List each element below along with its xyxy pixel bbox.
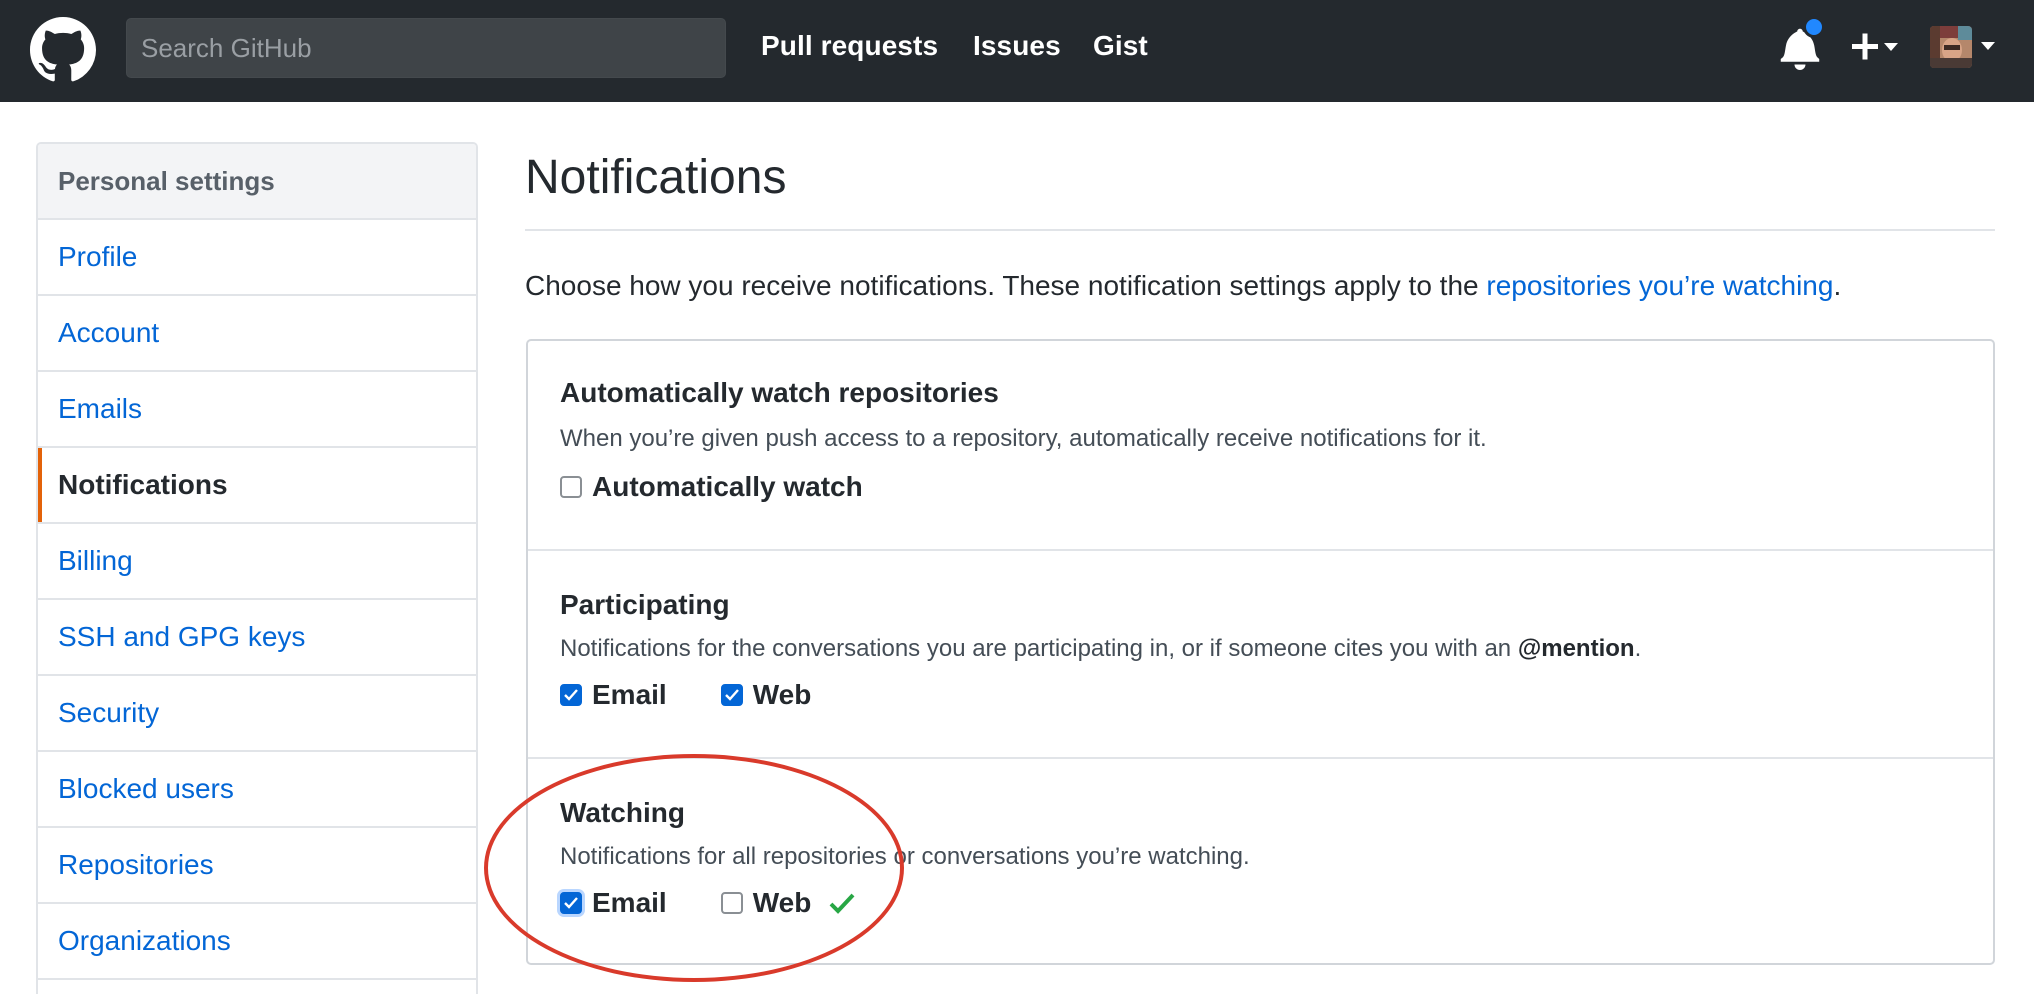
watching-email-checkbox[interactable]: Email [560,887,667,919]
watching-email-label: Email [592,887,667,918]
watching-web-checkbox-box[interactable] [720,892,743,914]
sidebar-item-organizations[interactable]: Organizations [38,904,476,980]
intro-text: Choose how you receive notifications. Th… [525,270,1841,302]
auto-watch-checkbox-box[interactable] [560,476,582,498]
watching-title: Watching [560,797,685,828]
avatar[interactable] [1930,26,1972,68]
participating-web-checkbox[interactable]: Web [720,679,812,711]
search-input[interactable] [127,19,725,77]
intro-text-body: Choose how you receive notifications. Th… [525,270,1487,301]
sidebar-item-profile[interactable]: Profile [38,220,476,296]
sidebar-item-emails[interactable]: Emails [38,372,476,448]
plus-icon[interactable] [1848,22,1904,72]
top-navbar: Pull requests Issues Gist [0,0,2034,102]
auto-watch-description: When you’re given push access to a repos… [560,425,1487,452]
search-box[interactable] [126,18,726,78]
participating-section: Participating Notifications for the conv… [528,549,1993,757]
sidebar-item-notifications[interactable]: Notifications [38,448,476,524]
sidebar-item-account[interactable]: Account [38,296,476,372]
auto-watch-checkbox[interactable]: Automatically watch [560,471,863,503]
participating-description-text: Notifications for the conversations you … [560,635,1518,662]
auto-watch-section: Automatically watch repositories When yo… [528,341,1993,549]
watching-options: Email Web [560,887,855,919]
saved-checkmark-icon [829,893,855,914]
sidebar-item-billing[interactable]: Billing [38,524,476,600]
auto-watch-label: Automatically watch [592,471,863,502]
participating-email-checkbox-box[interactable] [560,684,582,706]
github-logo-icon[interactable] [30,17,96,83]
watching-web-checkbox[interactable]: Web [720,887,812,919]
notification-settings-box: Automatically watch repositories When yo… [526,339,1995,965]
participating-description: Notifications for the conversations you … [560,635,1641,663]
nav-pull-requests-link[interactable]: Pull requests [761,30,938,62]
intro-text-end: . [1833,270,1842,301]
participating-web-checkbox-box[interactable] [720,684,743,706]
mention-text: @mention [1517,635,1635,662]
participating-web-label: Web [752,679,812,710]
watching-section: Watching Notifications for all repositor… [528,757,1993,965]
participating-title: Participating [560,589,730,620]
watching-description: Notifications for all repositories or co… [560,843,1250,870]
participating-email-label: Email [592,679,667,710]
watching-email-checkbox-box[interactable] [560,892,582,914]
participating-description-end: . [1634,635,1642,662]
settings-sidebar: Personal settings Profile Account Emails… [36,142,478,994]
title-divider [525,229,1995,231]
notification-indicator [1803,16,1825,38]
sidebar-item-security[interactable]: Security [38,676,476,752]
auto-watch-title: Automatically watch repositories [560,377,999,408]
sidebar-heading: Personal settings [38,144,476,220]
watched-repositories-link[interactable]: repositories you’re watching [1486,270,1833,301]
checkmark-icon [724,689,739,701]
auto-watch-options: Automatically watch [560,471,917,503]
participating-options: Email Web [560,679,865,711]
sidebar-item-ssh-gpg-keys[interactable]: SSH and GPG keys [38,600,476,676]
watching-web-label: Web [752,887,812,918]
participating-email-checkbox[interactable]: Email [560,679,667,711]
sidebar-item-blocked-users[interactable]: Blocked users [38,752,476,828]
checkmark-icon [564,897,578,909]
nav-issues-link[interactable]: Issues [973,30,1061,62]
caret-down-icon[interactable] [1980,40,1996,52]
checkmark-icon [564,689,578,701]
sidebar-item-repositories[interactable]: Repositories [38,828,476,904]
nav-gist-link[interactable]: Gist [1093,30,1148,62]
page-title: Notifications [525,151,787,204]
